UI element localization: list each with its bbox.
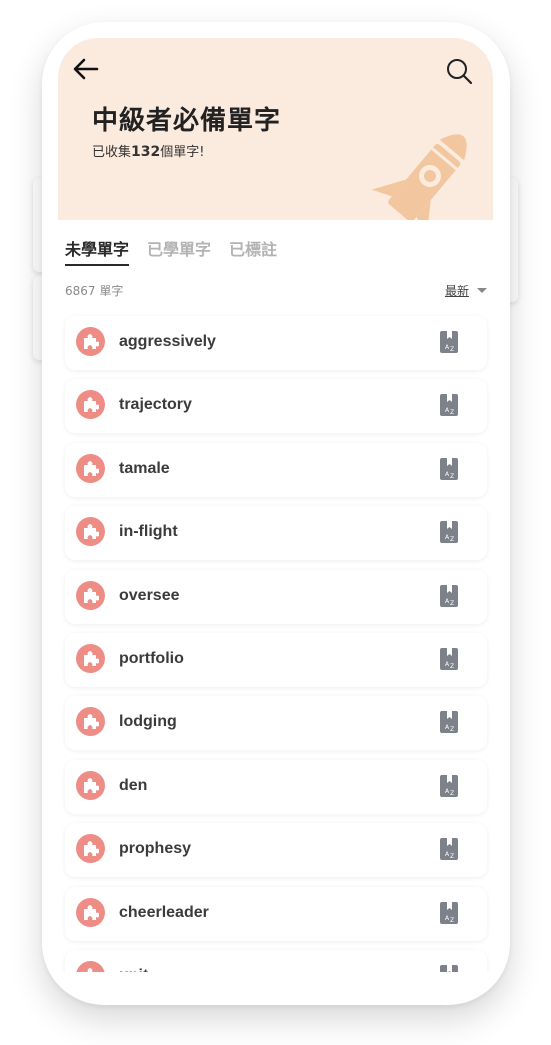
word-row[interactable]: prophesy A Z [65, 823, 487, 878]
puzzle-icon [84, 587, 99, 603]
sort-dropdown[interactable]: 最新 [445, 282, 487, 299]
puzzle-badge [76, 834, 105, 864]
word-list: aggressively A Z trajectory A Z tamale A… [65, 316, 487, 972]
bookmark-button[interactable]: A Z [439, 774, 459, 798]
svg-text:Z: Z [450, 726, 454, 733]
word-row[interactable]: in-flight A Z [65, 506, 487, 561]
bookmark-az-icon: A Z [440, 331, 458, 353]
search-icon [447, 59, 473, 85]
word-label: lodging [119, 713, 177, 731]
puzzle-badge [76, 453, 105, 483]
bookmark-az-icon: A Z [440, 901, 458, 924]
bookmark-button[interactable]: A Z [439, 393, 459, 417]
collected-summary: 已收集132個單字! [92, 141, 204, 160]
word-label: unit [119, 967, 148, 972]
word-label: portfolio [119, 649, 184, 667]
svg-text:Z: Z [450, 473, 454, 480]
svg-text:Z: Z [450, 790, 454, 797]
bookmark-az-icon: A Z [440, 774, 458, 797]
svg-text:Z: Z [450, 917, 454, 924]
puzzle-badge [76, 517, 105, 547]
bookmark-az-icon: A Z [440, 647, 458, 670]
puzzle-icon [84, 714, 99, 730]
bookmark-az-icon: A Z [440, 521, 458, 544]
puzzle-badge [76, 327, 105, 356]
svg-text:Z: Z [450, 600, 454, 607]
word-row[interactable]: lodging A Z [65, 696, 487, 751]
word-label: in-flight [119, 523, 178, 541]
summary-prefix: 已收集 [92, 145, 132, 160]
word-row[interactable]: aggressively A Z [65, 316, 487, 370]
puzzle-icon [84, 461, 99, 476]
word-label: aggressively [119, 333, 216, 350]
header-banner: 中級者必備單字 已收集132個單字! [58, 38, 493, 220]
bookmark-az-icon: A Z [440, 838, 458, 861]
bookmark-button[interactable]: A Z [439, 837, 459, 861]
word-row[interactable]: oversee A Z [65, 569, 487, 624]
puzzle-badge [76, 707, 105, 737]
svg-text:Z: Z [450, 536, 454, 543]
caret-down-icon [477, 288, 487, 293]
puzzle-icon [84, 778, 99, 793]
svg-text:Z: Z [450, 409, 454, 416]
bookmark-button[interactable]: A Z [439, 330, 459, 354]
puzzle-icon [84, 841, 99, 857]
puzzle-badge [76, 643, 105, 673]
bookmark-button[interactable]: A Z [439, 901, 459, 925]
summary-suffix: 個單字! [160, 145, 205, 160]
page-title: 中級者必備單字 [92, 106, 282, 136]
back-button[interactable] [70, 54, 102, 84]
bookmark-button[interactable]: A Z [439, 584, 459, 608]
word-row[interactable]: cheerleader A Z [65, 886, 487, 941]
rocket-icon [371, 134, 467, 220]
puzzle-badge [76, 580, 105, 610]
word-row[interactable]: den A Z [65, 759, 487, 814]
word-row[interactable]: trajectory A Z [65, 379, 487, 434]
bookmark-button[interactable]: A Z [439, 457, 459, 481]
tab-unlearned[interactable]: 未學單字 [65, 236, 130, 266]
word-label: cheerleader [119, 903, 209, 921]
app-screen: 中級者必備單字 已收集132個單字! 未學單字 已學單字 已標註 6867 單字… [58, 38, 493, 972]
svg-text:Z: Z [450, 346, 454, 353]
arrow-left-icon [73, 58, 99, 80]
puzzle-badge [76, 897, 105, 927]
word-label: tamale [119, 459, 170, 477]
word-row[interactable]: portfolio A Z [65, 632, 487, 687]
search-button[interactable] [442, 54, 476, 88]
word-row[interactable]: unit A Z [65, 949, 487, 972]
word-label: den [119, 776, 148, 794]
bookmark-az-icon: A Z [440, 457, 458, 480]
bookmark-button[interactable]: A Z [439, 520, 459, 544]
puzzle-icon [84, 904, 99, 920]
puzzle-icon [84, 651, 99, 666]
puzzle-badge [76, 770, 105, 800]
puzzle-badge [76, 960, 105, 972]
word-tabs: 未學單字 已學單字 已標註 [65, 236, 277, 266]
puzzle-icon [84, 397, 99, 413]
word-label: trajectory [119, 396, 192, 414]
puzzle-icon [84, 968, 96, 972]
puzzle-badge [76, 390, 105, 420]
svg-text:Z: Z [450, 663, 454, 670]
bookmark-az-icon: A Z [440, 394, 458, 417]
word-label: prophesy [119, 840, 192, 858]
tab-learned[interactable]: 已學單字 [147, 236, 211, 266]
bookmark-az-icon: A Z [440, 964, 458, 972]
bookmark-az-icon: A Z [440, 584, 458, 607]
bookmark-az-icon: A Z [440, 711, 458, 734]
puzzle-icon [84, 524, 99, 540]
svg-text:Z: Z [450, 853, 454, 860]
word-label: oversee [119, 586, 180, 604]
word-row[interactable]: tamale A Z [65, 442, 487, 497]
tab-marked[interactable]: 已標註 [229, 236, 277, 266]
sort-label: 最新 [444, 284, 469, 298]
collected-count: 132 [131, 144, 161, 160]
bookmark-button[interactable]: A Z [439, 647, 459, 671]
puzzle-icon [84, 334, 99, 349]
bookmark-button[interactable]: A Z [439, 710, 459, 734]
word-count: 6867 單字 [65, 284, 124, 298]
bookmark-button[interactable]: A Z [439, 964, 459, 972]
